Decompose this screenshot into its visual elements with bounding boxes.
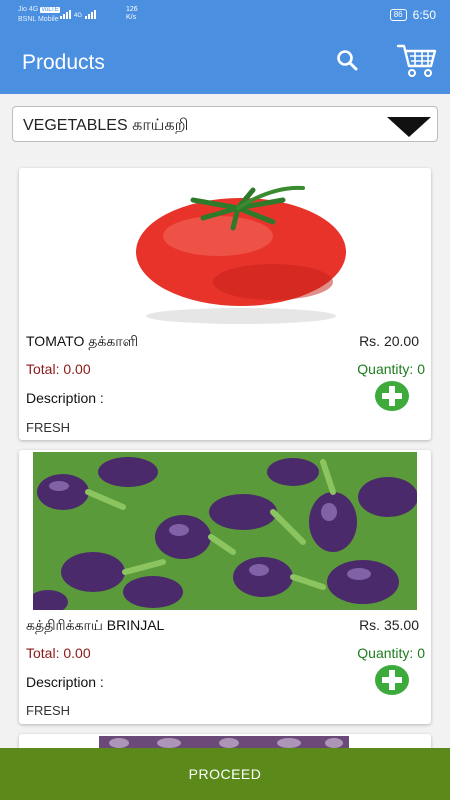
product-card-brinjal[interactable]: கத்திரிக்காய் BRINJAL Rs. 35.00 Total: 0… [19,450,431,724]
signal-strength-icon [60,9,71,19]
app-bar: Products [0,32,450,94]
product-card-tomato[interactable]: TOMATO தக்காளி Rs. 20.00 Total: 0.00 Qua… [19,168,431,440]
product-total: Total: 0.00 [26,645,91,661]
carrier-info: Jio 4G VoLTE BSNL Mobile [18,5,60,24]
battery-icon: 86 [389,9,407,21]
status-bar: Jio 4G VoLTE BSNL Mobile 4G 126 K/s 86 6… [0,0,450,32]
product-description: FRESH [26,703,71,718]
description-label: Description : [26,674,104,690]
product-name: TOMATO தக்காளி [26,333,139,349]
clock: 6:50 [412,8,436,22]
network-speed: 126 K/s [126,6,138,22]
status-right: 86 6:50 [389,8,436,22]
category-selected: VEGETABLES காய்கறி [23,117,189,134]
tomato-image [33,170,417,328]
brinjal-image [33,452,417,610]
product-price: Rs. 35.00 [359,617,419,633]
product-name: கத்திரிக்காய் BRINJAL [26,617,165,633]
category-dropdown[interactable]: VEGETABLES காய்கறி [12,106,438,142]
network-type: 4G [74,13,83,19]
product-quantity: Quantity: 0 [357,361,425,377]
product-description: FRESH [26,420,71,435]
description-label: Description : [26,390,104,406]
proceed-button[interactable]: PROCEED [0,748,450,800]
page-title: Products [22,51,105,74]
speed-unit: K/s [126,14,137,21]
cart-button[interactable] [396,40,438,80]
carrier-secondary: BSNL Mobile [18,16,59,23]
signal-strength-icon-2 [85,9,97,19]
signal-icons: 4G [60,9,97,19]
product-quantity: Quantity: 0 [357,645,425,661]
carrier-primary: Jio 4G [18,6,39,13]
add-to-cart-button[interactable] [374,664,410,696]
cart-icon [396,44,437,77]
add-to-cart-button[interactable] [374,380,410,412]
speed-value: 126 [126,6,138,13]
product-price: Rs. 20.00 [359,333,419,349]
search-button[interactable] [333,46,363,76]
product-total: Total: 0.00 [26,361,91,377]
dropdown-arrow-icon [387,117,431,137]
volte-badge: VoLTE [40,7,60,13]
search-icon [337,50,358,71]
